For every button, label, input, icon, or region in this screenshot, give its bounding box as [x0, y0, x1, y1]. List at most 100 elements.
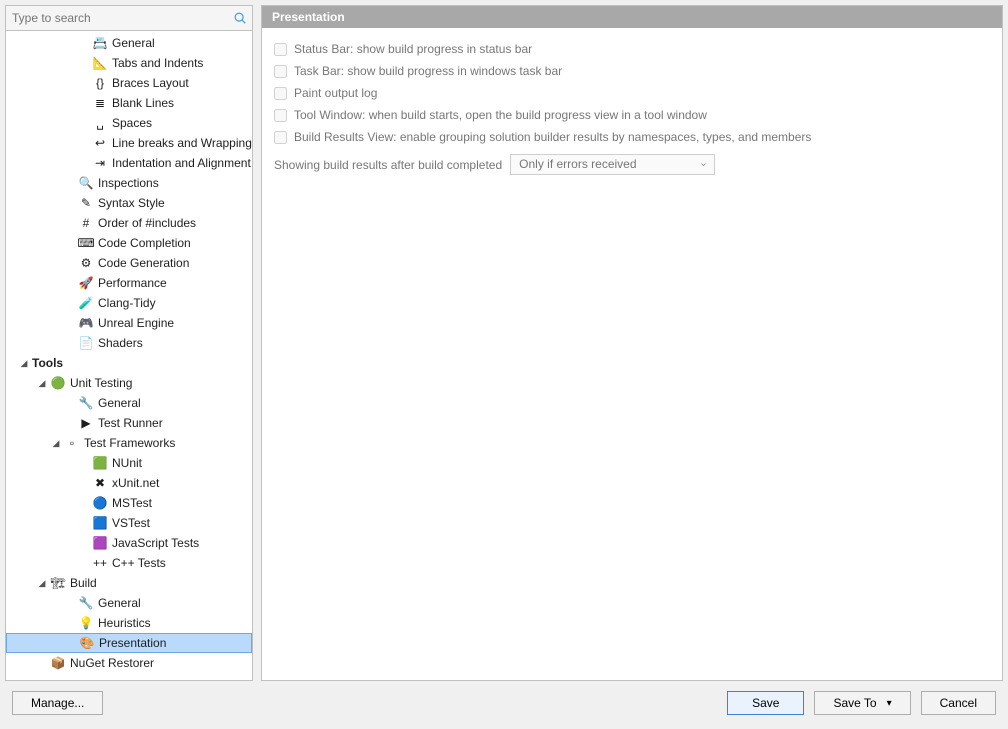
tree-item[interactable]: 🔧General [6, 593, 252, 613]
twisty-icon [64, 417, 76, 429]
twisty-icon [78, 497, 90, 509]
tree-item-label: NUnit [112, 456, 142, 470]
twisty-icon [78, 117, 90, 129]
item-icon: ▶ [78, 415, 94, 431]
item-icon: ▫ [64, 435, 80, 451]
tree-item[interactable]: ␣Spaces [6, 113, 252, 133]
twisty-icon[interactable]: ◢ [36, 377, 48, 389]
save-to-button[interactable]: Save To [814, 691, 910, 715]
twisty-icon [64, 197, 76, 209]
twisty-icon[interactable]: ◢ [18, 357, 30, 369]
twisty-icon [64, 237, 76, 249]
twisty-icon [64, 277, 76, 289]
tree-item[interactable]: 🔵MSTest [6, 493, 252, 513]
tree-item[interactable]: ↩Line breaks and Wrapping [6, 133, 252, 153]
tree-item[interactable]: 🧪Clang-Tidy [6, 293, 252, 313]
save-button[interactable]: Save [727, 691, 804, 715]
tree-item-label: xUnit.net [112, 476, 159, 490]
option-label: Status Bar: show build progress in statu… [294, 42, 532, 56]
tree-item[interactable]: ◢🏗Build [6, 573, 252, 593]
tree-item-label: Unreal Engine [98, 316, 174, 330]
tree-item-label: C++ Tests [112, 556, 166, 570]
tree-item[interactable]: 🟦VSTest [6, 513, 252, 533]
tree-item[interactable]: 🟪JavaScript Tests [6, 533, 252, 553]
tree-item[interactable]: 🔍Inspections [6, 173, 252, 193]
pane-title: Presentation [262, 6, 1002, 28]
tree-item-label: Spaces [112, 116, 152, 130]
item-icon: 🟦 [92, 515, 108, 531]
item-icon: 📦 [50, 655, 66, 671]
tree-item-label: Heuristics [98, 616, 151, 630]
tree-item[interactable]: 🔧General [6, 393, 252, 413]
option-checkbox[interactable] [274, 131, 287, 144]
tree-item[interactable]: ✎Syntax Style [6, 193, 252, 213]
footer: Manage... Save Save To Cancel [0, 681, 1008, 729]
twisty-icon [64, 597, 76, 609]
manage-button[interactable]: Manage... [12, 691, 103, 715]
tree-item[interactable]: ++ C++ Tests [6, 553, 252, 573]
item-icon: ⇥ [92, 155, 108, 171]
twisty-icon[interactable]: ◢ [36, 577, 48, 589]
item-icon: 💡 [78, 615, 94, 631]
tree-item[interactable]: ◢▫Test Frameworks [6, 433, 252, 453]
tree-item[interactable]: 🟩NUnit [6, 453, 252, 473]
tree-item[interactable]: 📄Shaders [6, 333, 252, 353]
tree-item[interactable]: ⇥Indentation and Alignment [6, 153, 252, 173]
item-icon: 🔍 [78, 175, 94, 191]
tree-item[interactable]: ≣Blank Lines [6, 93, 252, 113]
twisty-icon [64, 397, 76, 409]
option-label: Task Bar: show build progress in windows… [294, 64, 562, 78]
tree-item-label: Shaders [98, 336, 143, 350]
tree-item[interactable]: ✖xUnit.net [6, 473, 252, 493]
tree-item[interactable]: 🎨Presentation [6, 633, 252, 653]
tree-item-label: MSTest [112, 496, 152, 510]
option-checkbox[interactable] [274, 43, 287, 56]
tree-item[interactable]: ▶Test Runner [6, 413, 252, 433]
twisty-icon [64, 257, 76, 269]
tree-item-label: General [112, 36, 155, 50]
search-input[interactable] [10, 8, 232, 28]
twisty-icon [64, 297, 76, 309]
item-icon: 🚀 [78, 275, 94, 291]
tree-item-label: Unit Testing [70, 376, 132, 390]
twisty-icon [78, 457, 90, 469]
tree-item[interactable]: 🚀Performance [6, 273, 252, 293]
tree-item-label: Code Generation [98, 256, 189, 270]
tree-item-label: Tools [32, 356, 63, 370]
item-icon: ⌨ [78, 235, 94, 251]
tree-item[interactable]: ◢🟢Unit Testing [6, 373, 252, 393]
option-checkbox[interactable] [274, 109, 287, 122]
item-icon: 🏗 [50, 575, 66, 591]
tree-item[interactable]: ◢Tools [6, 353, 252, 373]
cancel-button[interactable]: Cancel [921, 691, 996, 715]
tree-item[interactable]: 📦NuGet Restorer [6, 653, 252, 673]
tree-item-label: General [98, 596, 141, 610]
option-checkbox[interactable] [274, 65, 287, 78]
item-icon: 🔧 [78, 395, 94, 411]
settings-tree[interactable]: 📇 General 📐Tabs and Indents{}Braces Layout… [6, 31, 252, 680]
tree-item[interactable]: 🎮Unreal Engine [6, 313, 252, 333]
tree-item[interactable]: 💡 Heuristics [6, 613, 252, 633]
twisty-icon [78, 97, 90, 109]
tree-item[interactable]: {}Braces Layout [6, 73, 252, 93]
tree-item-label: Braces Layout [112, 76, 189, 90]
build-results-combo[interactable]: Only if errors received [510, 154, 715, 175]
option-row: Tool Window: when build starts, open the… [274, 104, 990, 126]
tree-item[interactable]: ⚙Code Generation [6, 253, 252, 273]
tree-item[interactable]: #Order of #includes [6, 213, 252, 233]
content-pane: Presentation Status Bar: show build prog… [261, 5, 1003, 681]
twisty-icon [64, 217, 76, 229]
tree-item[interactable]: 📐Tabs and Indents [6, 53, 252, 73]
twisty-icon [78, 77, 90, 89]
option-label: Build Results View: enable grouping solu… [294, 130, 811, 144]
item-icon: ↩ [92, 135, 108, 151]
twisty-icon[interactable]: ◢ [50, 437, 62, 449]
twisty-icon [64, 337, 76, 349]
search-icon[interactable] [232, 10, 248, 26]
tree-item[interactable]: ⌨Code Completion [6, 233, 252, 253]
item-icon: ++ [92, 555, 108, 571]
twisty-icon [78, 557, 90, 569]
item-icon: 📇 [92, 35, 108, 51]
option-checkbox[interactable] [274, 87, 287, 100]
tree-item[interactable]: 📇 General [6, 33, 252, 53]
